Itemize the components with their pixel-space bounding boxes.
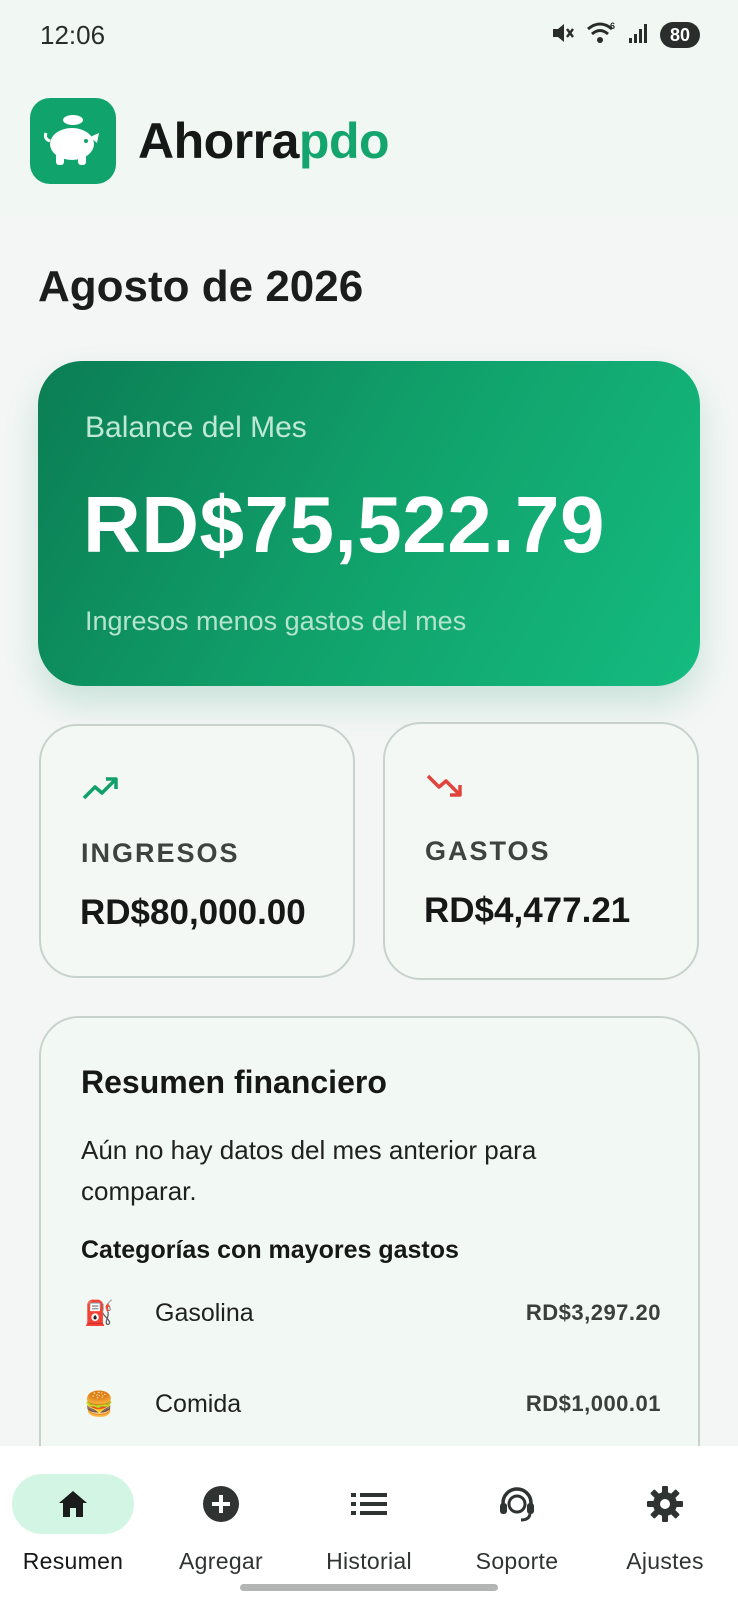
- app-logo: [30, 98, 116, 184]
- nav-item-historial[interactable]: Historial: [304, 1474, 434, 1584]
- nav-item-agregar[interactable]: Agregar: [156, 1474, 286, 1584]
- gear-icon: [647, 1486, 683, 1522]
- top-categories-title: Categorías con mayores gastos: [81, 1236, 459, 1264]
- category-amount: RD$3,297.20: [525, 1300, 661, 1325]
- category-name: Gasolina: [155, 1298, 254, 1327]
- app-name-part2: pdo: [298, 113, 390, 169]
- home-icon: [59, 1491, 87, 1517]
- balance-label: Balance del Mes: [85, 411, 307, 444]
- nav-item-soporte[interactable]: Soporte: [452, 1474, 582, 1584]
- category-row[interactable]: 🍔 Comida RD$1,000.01: [81, 1384, 661, 1424]
- nav-pill-ajustes: [604, 1474, 726, 1534]
- burger-icon: 🍔: [84, 1390, 114, 1418]
- expense-value: RD$4,477.21: [424, 891, 631, 930]
- status-icons: 6 80: [550, 20, 700, 50]
- nav-label-soporte: Soporte: [475, 1548, 559, 1574]
- status-time: 12:06: [40, 20, 106, 50]
- nav-pill-historial: [308, 1474, 430, 1534]
- trending-up-icon: [81, 774, 121, 807]
- nav-item-ajustes[interactable]: Ajustes: [600, 1474, 730, 1584]
- nav-label-resumen: Resumen: [22, 1548, 124, 1574]
- income-value: RD$80,000.00: [80, 893, 306, 932]
- category-amount: RD$1,000.01: [525, 1391, 661, 1416]
- balance-card[interactable]: Balance del Mes RD$75,522.79 Ingresos me…: [38, 361, 700, 686]
- summary-title: Resumen financiero: [81, 1064, 387, 1100]
- category-row[interactable]: ⛽ Gasolina RD$3,297.20: [81, 1293, 661, 1333]
- nav-pill-soporte: [456, 1474, 578, 1534]
- nav-pill-agregar: [160, 1474, 282, 1534]
- headset-icon: [500, 1487, 534, 1522]
- nav-label-ajustes: Ajustes: [626, 1548, 704, 1574]
- list-icon: [351, 1493, 387, 1515]
- bottom-nav: Resumen Agregar Historial Soporte Ajuste…: [0, 1446, 738, 1600]
- balance-amount: RD$75,522.79: [83, 480, 605, 569]
- balance-note: Ingresos menos gastos del mes: [85, 606, 467, 636]
- category-name: Comida: [155, 1389, 242, 1418]
- fuel-icon: ⛽: [84, 1299, 114, 1327]
- summary-text: Aún no hay datos del mes anterior para c…: [81, 1135, 537, 1206]
- add-circle-icon: [203, 1486, 239, 1522]
- status-bar: 12:06 6 80: [0, 0, 738, 70]
- nav-label-agregar: Agregar: [179, 1548, 263, 1574]
- income-label: INGRESOS: [81, 838, 240, 868]
- page-title: Agosto de 2026: [38, 262, 364, 311]
- app-header: Ahorrapdo: [30, 98, 390, 184]
- trending-down-icon: [425, 772, 465, 807]
- expense-card[interactable]: GASTOS RD$4,477.21: [383, 722, 699, 980]
- home-indicator[interactable]: [240, 1584, 498, 1591]
- nav-pill-resumen: [12, 1474, 134, 1534]
- app-name: Ahorrapdo: [138, 112, 390, 170]
- signal-icon: [628, 21, 650, 50]
- nav-label-historial: Historial: [326, 1548, 412, 1574]
- income-card[interactable]: INGRESOS RD$80,000.00: [39, 724, 355, 978]
- piggy-bank-icon: [44, 115, 99, 165]
- svg-text:6: 6: [610, 21, 615, 31]
- expense-label: GASTOS: [425, 836, 551, 866]
- nav-item-resumen[interactable]: Resumen: [8, 1474, 138, 1584]
- mute-icon: [550, 20, 576, 51]
- battery-icon: 80: [659, 22, 700, 48]
- wifi-icon: 6: [586, 20, 618, 51]
- app-name-part1: Ahorra: [138, 113, 299, 169]
